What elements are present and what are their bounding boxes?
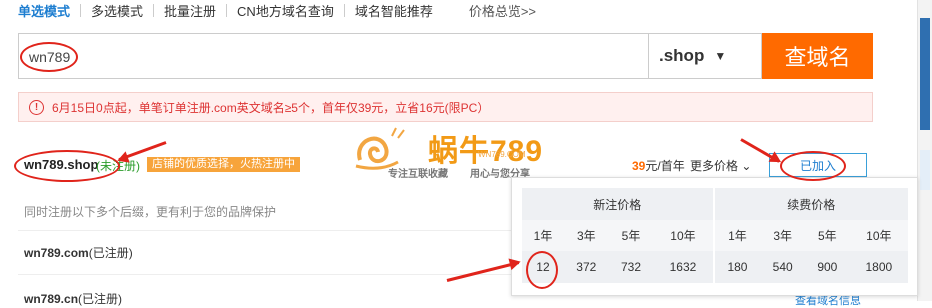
year-cell: 3年 <box>760 220 805 251</box>
other-domain-name: wn789.com <box>24 246 89 260</box>
promo-notice: ! 6月15日0点起，单笔订单注册.com英文域名≥5个，首年仅39元，立省16… <box>18 92 873 122</box>
year-cell: 5年 <box>608 220 654 251</box>
suffix-value: .shop <box>659 46 705 65</box>
watermark-title: 蜗牛789 <box>428 135 544 168</box>
price-cell: 180 <box>712 251 761 283</box>
annotation-circle <box>20 42 78 72</box>
year-cell: 10年 <box>653 220 714 251</box>
watermark-slogan: 专注互联收藏 <box>388 169 448 180</box>
tab-cn-local[interactable]: CN地方域名查询 <box>227 1 344 20</box>
chevron-down-icon: ⌄ <box>741 159 752 173</box>
list-item: wn789.cn(已注册) <box>24 290 122 307</box>
price-cell: 1800 <box>849 251 908 283</box>
search-button[interactable]: 查域名 <box>762 33 873 79</box>
tab-smart-recommend[interactable]: 域名智能推荐 <box>345 1 443 20</box>
price-cell: 900 <box>805 251 850 283</box>
result-price: 39元/首年 <box>632 157 685 174</box>
annotation-circle <box>526 251 558 289</box>
result-tag: 店铺的优质选择，火热注册中 <box>147 157 300 172</box>
scrollbar-track-highlight <box>920 150 930 190</box>
watermark-domain: WN789.COM <box>478 150 526 159</box>
more-prices-toggle[interactable]: 更多价格 ⌄ <box>690 157 751 174</box>
caret-down-icon: ▼ <box>714 49 727 63</box>
scrollbar-thumb[interactable] <box>920 18 930 130</box>
suffix-select[interactable]: .shop ▼ <box>648 33 762 79</box>
search-box <box>18 33 648 80</box>
price-popover: 新注价格 续费价格 1年 3年 5年 10年 1年 3年 5年 10年 12 3… <box>511 177 918 296</box>
year-cell: 5年 <box>805 220 850 251</box>
multi-suffix-hint: 同时注册以下多个后缀，更有利于您的品牌保护 <box>24 205 277 219</box>
other-domain-status: (已注册) <box>88 246 133 260</box>
price-cell: 372 <box>563 251 609 283</box>
promo-text: 6月15日0点起，单笔订单注册.com英文域名≥5个，首年仅39元，立省16元(… <box>52 100 490 115</box>
year-cell: 1年 <box>712 220 761 251</box>
more-prices-label: 更多价格 <box>690 159 739 173</box>
other-domain-status: (已注册) <box>78 292 123 306</box>
price-overview-link[interactable]: 价格总览>> <box>443 1 546 20</box>
annotation-circle <box>780 151 846 181</box>
info-icon: ! <box>29 99 44 115</box>
tab-multi[interactable]: 多选模式 <box>81 1 153 20</box>
annotation-circle <box>14 150 120 182</box>
year-cell: 10年 <box>849 220 908 251</box>
domain-search-input[interactable] <box>19 34 631 80</box>
price-table: 新注价格 续费价格 1年 3年 5年 10年 1年 3年 5年 10年 12 3… <box>522 188 908 283</box>
annotation-arrow <box>446 261 520 282</box>
price-unit: 元/首年 <box>645 159 685 173</box>
price-cell: 732 <box>608 251 654 283</box>
tab-batch[interactable]: 批量注册 <box>154 1 226 20</box>
new-price-header: 新注价格 <box>522 188 714 220</box>
list-item: wn789.com(已注册) <box>24 244 133 261</box>
other-domain-name: wn789.cn <box>24 292 79 306</box>
year-cell: 1年 <box>522 220 564 251</box>
price-cell: 540 <box>760 251 805 283</box>
tab-single[interactable]: 单选模式 <box>18 1 80 20</box>
year-cell: 3年 <box>563 220 609 251</box>
divider <box>18 230 518 231</box>
search-mode-tabs: 单选模式 多选模式 批量注册 CN地方域名查询 域名智能推荐 价格总览>> <box>18 0 546 20</box>
price-cell: 1632 <box>653 251 714 283</box>
divider <box>18 274 518 275</box>
price-value: 39 <box>632 159 646 173</box>
renew-price-header: 续费价格 <box>712 188 908 220</box>
